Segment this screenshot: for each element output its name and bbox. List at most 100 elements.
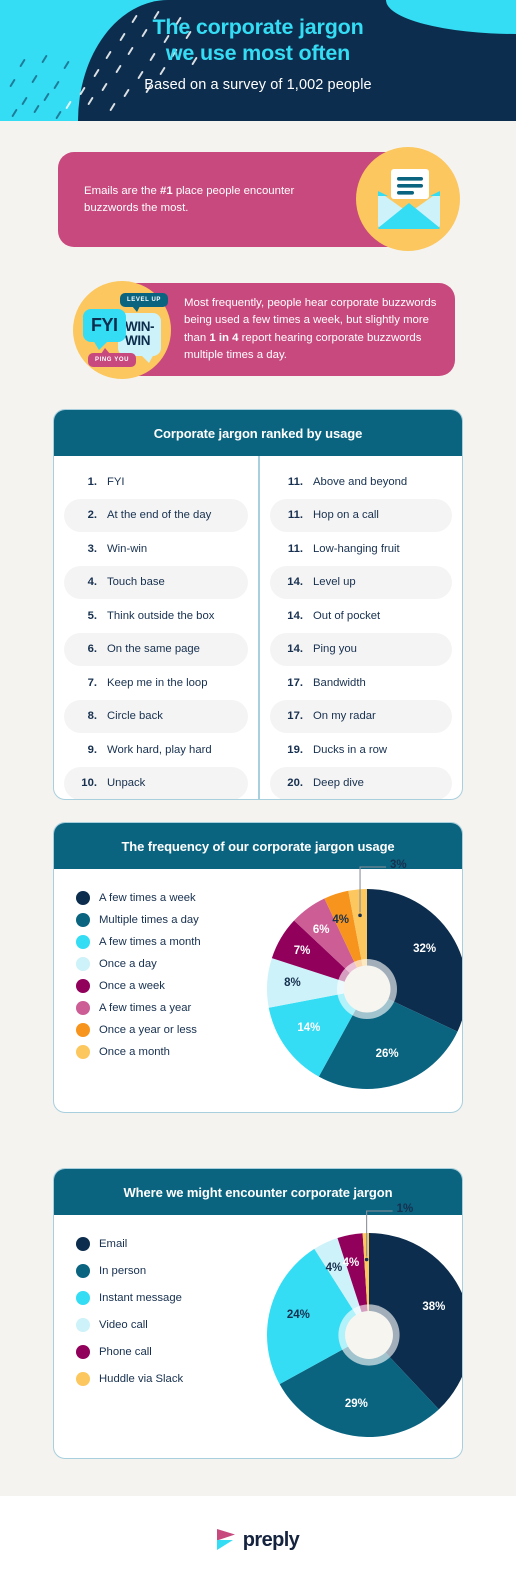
list-item-term: Think outside the box [107,609,215,622]
list-item-rank: 9. [87,743,97,756]
donut-hole [345,1311,393,1359]
list-item: 11. Hop on a call [270,498,452,532]
list-item-term: Circle back [107,710,163,723]
legend-label: A few times a year [99,1002,192,1014]
list-item: 14. Ping you [270,632,452,666]
legend-item: In person [76,1264,183,1278]
list-item-term: Low-hanging fruit [313,542,400,555]
callout-dot [358,913,362,918]
frequency-chart-card: The frequency of our corporate jargon us… [53,822,463,1113]
legend-color-swatch [76,935,90,949]
list-item-term: Ping you [313,643,357,656]
frequency-pie-chart: 32% 26% 14% 8% 7% 6% 4% 3% [267,859,462,1089]
list-item-rank: 19. [287,743,303,756]
list-item-rank: 1. [87,475,97,488]
legend-label: Instant message [99,1292,182,1304]
list-item-rank: 10. [81,777,97,790]
legend-color-swatch [76,979,90,993]
list-item-rank: 8. [87,710,97,723]
legend-label: Phone call [99,1346,152,1358]
list-item: 6. On the same page [64,632,248,666]
legend-item: Instant message [76,1291,183,1305]
legend-label: In person [99,1265,147,1277]
legend-item: Once a month [76,1045,201,1059]
list-item: 14. Level up [270,565,452,599]
email-callout-banner: Emails are the #1 place people encounter… [58,152,403,247]
list-item: 17. On my radar [270,699,452,733]
legend-label: Once a day [99,958,157,970]
legend-color-swatch [76,1001,90,1015]
infographic-page: The corporate jargon we use most often B… [0,0,516,1584]
email-envelope-icon [378,169,440,229]
legend-label: A few times a week [99,892,196,904]
page-title-line1: The corporate jargon [152,15,364,39]
donut-hole [343,965,391,1013]
legend-label: Email [99,1238,128,1250]
legend-color-swatch [76,1045,90,1059]
legend-item: Video call [76,1318,183,1332]
page-subtitle: Based on a survey of 1,002 people [144,77,372,93]
list-item-rank: 6. [87,643,97,656]
legend-color-swatch [76,1237,90,1251]
legend-label: Once a month [99,1046,170,1058]
legend-item: Once a day [76,957,201,971]
list-item-rank: 11. [287,475,303,488]
list-item: 10. Unpack [64,766,248,799]
footer: preply [0,1496,516,1584]
legend-color-swatch [76,1291,90,1305]
list-item: 11. Low-hanging fruit [270,532,452,566]
list-item-rank: 3. [87,542,97,555]
preply-logo[interactable]: preply [216,1529,300,1552]
legend-item: A few times a year [76,1001,201,1015]
list-item: 19. Ducks in a row [270,733,452,767]
list-item-term: On my radar [313,710,376,723]
legend-color-swatch [76,913,90,927]
list-item-rank: 17. [287,676,303,689]
list-item-term: Bandwidth [313,676,366,689]
legend-color-swatch [76,1318,90,1332]
legend-label: Video call [99,1319,148,1331]
list-item-term: Ducks in a row [313,743,388,756]
legend-label: Once a year or less [99,1024,197,1036]
legend-label: Multiple times a day [99,914,199,926]
legend-item: Once a week [76,979,201,993]
list-item-rank: 14. [287,643,303,656]
legend-color-swatch [76,1372,90,1386]
legend-label: Once a week [99,980,165,992]
list-item-term: FYI [107,475,125,488]
list-item-term: Deep dive [313,777,364,790]
list-item-rank: 5. [87,609,97,622]
bubble-ping-you: PING YOU [88,348,137,367]
email-text-part1: Emails are the [84,184,160,197]
legend-color-swatch [76,1264,90,1278]
list-item-term: Win-win [107,542,148,555]
list-item-term: Above and beyond [313,475,408,488]
list-item-term: Touch base [107,576,165,589]
location-chart-legend: Email In person Instant message Video call P… [76,1237,183,1399]
list-item-rank: 14. [287,609,303,622]
list-item: 20. Deep dive [270,766,452,799]
legend-color-swatch [76,891,90,905]
list-item-term: Level up [313,576,356,589]
list-item: 5. Think outside the box [64,599,248,633]
list-item: 17. Bandwidth [270,666,452,700]
list-item-rank: 17. [287,710,303,723]
list-item-term: At the end of the day [107,509,212,522]
list-item: 14. Out of pocket [270,599,452,633]
bubble-fyi: FYI [83,309,126,350]
list-item: 2. At the end of the day [64,498,248,532]
location-pie-chart: 38% 29% 24% 4% 4% 1% [267,1203,462,1437]
header-banner: The corporate jargon we use most often B… [0,0,516,121]
list-item-rank: 11. [287,509,303,522]
bubble-level-up: LEVEL UP [120,293,169,312]
ranked-list-card: Corporate jargon ranked by usage 1. FYI 2.… [53,409,463,800]
list-item-term: Hop on a call [313,509,379,522]
list-item: 9. Work hard, play hard [64,733,248,767]
list-item-rank: 7. [87,676,97,689]
list-item-rank: 11. [287,542,303,555]
list-item: 8. Circle back [64,699,248,733]
legend-item: A few times a week [76,891,201,905]
list-item-term: Out of pocket [313,609,381,622]
list-item-term: Keep me in the loop [107,676,208,689]
frequency-highlight: 1 in 4 [209,331,239,344]
